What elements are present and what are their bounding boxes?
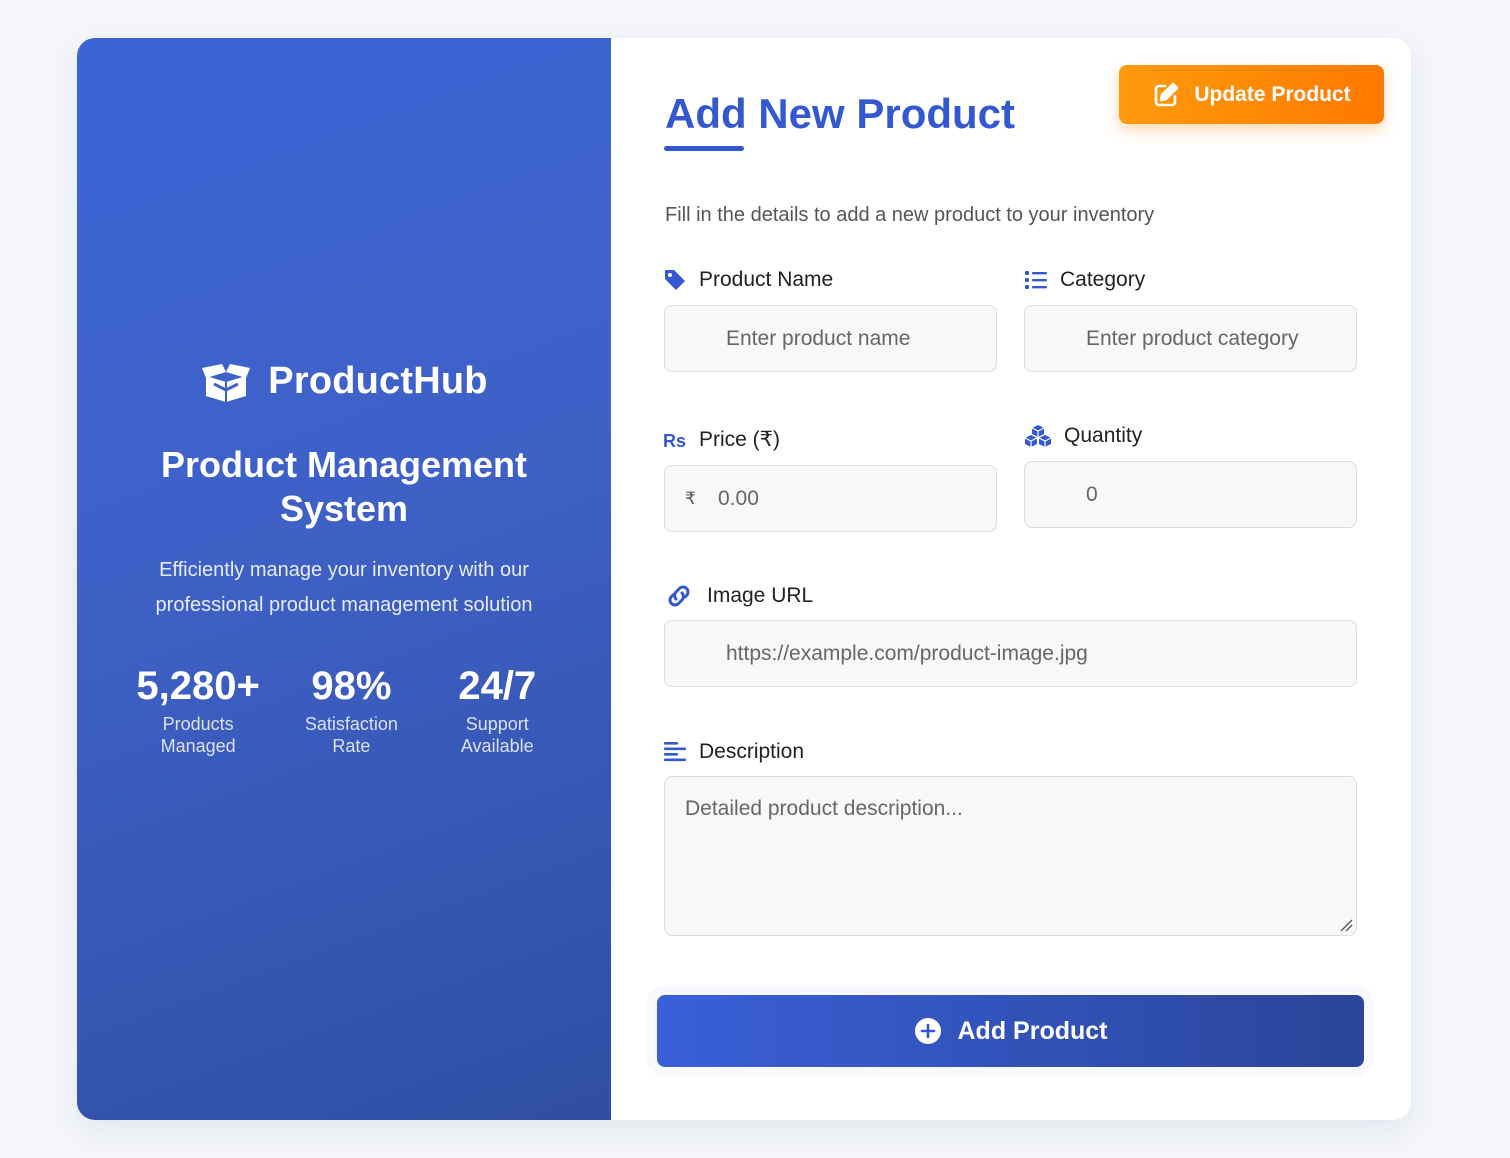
- stat-value: 24/7: [458, 664, 537, 708]
- svg-text:Rs: Rs: [663, 431, 686, 451]
- add-product-label: Add Product: [957, 1016, 1108, 1045]
- image-url-input[interactable]: [665, 621, 1356, 686]
- quantity-input[interactable]: [1025, 462, 1356, 527]
- quantity-field[interactable]: [1024, 461, 1357, 528]
- stat-label: Satisfaction Rate: [304, 714, 398, 756]
- description-textarea[interactable]: [665, 777, 1356, 935]
- price-field[interactable]: ₹: [664, 465, 997, 532]
- cubes-icon: [1024, 425, 1052, 447]
- product-name-label-text: Product Name: [699, 268, 834, 291]
- description-field[interactable]: [664, 776, 1357, 936]
- description-label: Description: [663, 740, 804, 764]
- tag-icon: [665, 270, 685, 290]
- category-field[interactable]: [1024, 305, 1357, 372]
- align-left-icon: [664, 742, 686, 762]
- stat-value: 5,280+: [136, 664, 260, 708]
- price-label-text: Price (₹): [699, 428, 781, 451]
- brand: ProductHub: [200, 360, 488, 403]
- link-icon: [668, 585, 690, 607]
- list-icon: [1025, 271, 1047, 289]
- image-url-field[interactable]: [664, 620, 1357, 687]
- description-label-text: Description: [699, 740, 805, 763]
- image-url-label-text: Image URL: [707, 584, 814, 607]
- stat-label: Support Available: [460, 714, 534, 756]
- open-box-icon: [202, 363, 251, 402]
- hero-panel: ProductHub Product Management System Eff…: [77, 38, 611, 1120]
- stat-satisfaction: 98% Satisfaction Rate: [272, 663, 430, 757]
- price-input[interactable]: [665, 466, 996, 531]
- product-name-field[interactable]: [664, 305, 997, 372]
- quantity-label: Quantity: [1024, 424, 1142, 448]
- product-name-input[interactable]: [665, 306, 996, 371]
- add-product-button[interactable]: Add Product: [657, 995, 1364, 1067]
- stats-row: 5,280+ Products Managed 98% Satisfaction…: [124, 663, 564, 757]
- form-title: Add New Product: [665, 90, 1016, 137]
- category-input[interactable]: [1025, 306, 1356, 371]
- stat-value: 98%: [311, 664, 392, 708]
- plus-circle-icon: [914, 1018, 941, 1044]
- hero-title: Product Management System: [160, 444, 528, 529]
- update-product-label: Update Product: [1194, 82, 1351, 106]
- stat-products: 5,280+ Products Managed: [124, 663, 272, 757]
- image-url-label: Image URL: [663, 584, 813, 608]
- category-label: Category: [1024, 268, 1145, 292]
- rupee-prefix: ₹: [685, 488, 696, 508]
- product-name-label: Product Name: [663, 268, 833, 292]
- stat-support: 24/7 Support Available: [431, 663, 564, 757]
- form-panel: Update Product Add New Product Fill in t…: [611, 38, 1411, 1120]
- product-card: ProductHub Product Management System Eff…: [77, 38, 1411, 1120]
- category-label-text: Category: [1060, 268, 1146, 291]
- update-product-button[interactable]: Update Product: [1119, 65, 1384, 124]
- title-underline: [664, 146, 744, 151]
- hero-description: Efficiently manage your inventory with o…: [155, 559, 533, 616]
- price-label: Rs Price (₹): [663, 427, 780, 452]
- quantity-label-text: Quantity: [1064, 424, 1143, 447]
- stat-label: Products Managed: [160, 714, 236, 756]
- brand-name: ProductHub: [268, 360, 488, 402]
- form-subtitle: Fill in the details to add a new product…: [665, 204, 1155, 226]
- rupee-icon: Rs: [663, 431, 686, 451]
- edit-icon: [1155, 82, 1179, 106]
- resize-grip-icon[interactable]: [1339, 918, 1353, 932]
